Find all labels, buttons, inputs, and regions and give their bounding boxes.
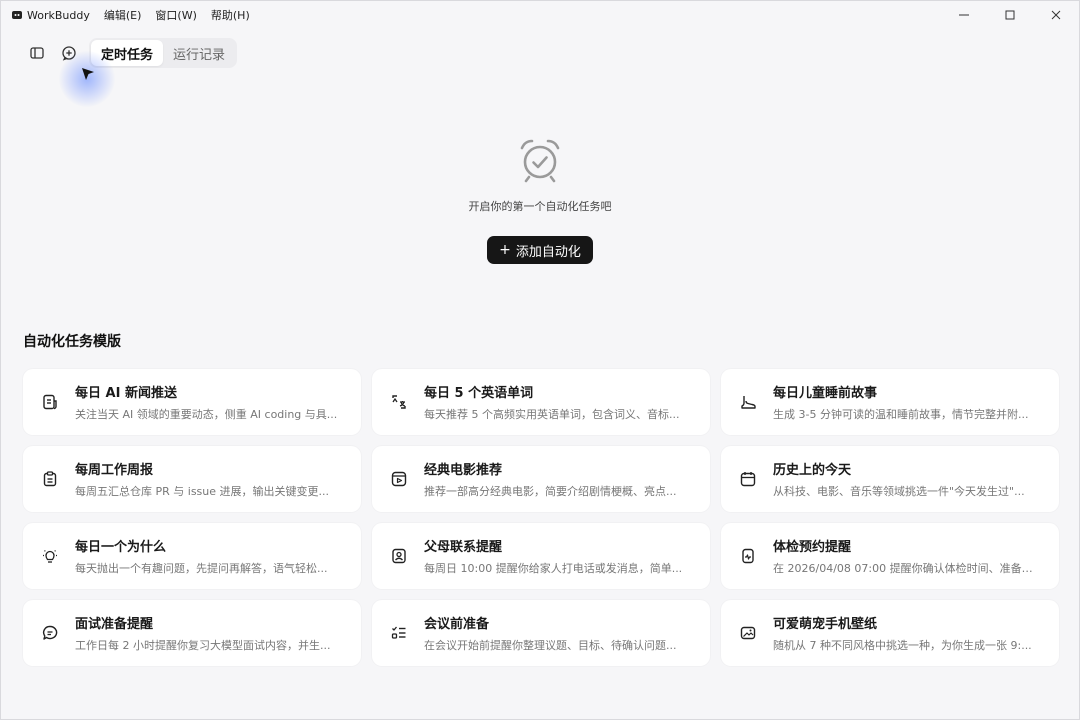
template-desc: 生成 3-5 分钟可读的温和睡前故事，情节完整并附...: [773, 408, 1029, 421]
plus-icon: +: [499, 242, 511, 258]
menu-help[interactable]: 帮助(H): [211, 7, 250, 23]
templates-title: 自动化任务模版: [23, 334, 121, 350]
empty-state-message: 开启你的第一个自动化任务吧: [468, 200, 612, 213]
health-icon: [739, 547, 757, 565]
mouse-cursor-icon: [82, 68, 94, 80]
template-title: 父母联系提醒: [424, 540, 503, 555]
checklist-icon: [390, 624, 408, 642]
template-title: 每日 AI 新闻推送: [75, 386, 177, 401]
film-icon: [390, 470, 408, 488]
clipboard-icon: [41, 470, 59, 488]
template-desc: 每周日 10:00 提醒你给家人打电话或发消息，简单...: [424, 562, 683, 575]
news-icon: [41, 393, 59, 411]
contact-icon: [390, 547, 408, 565]
template-card[interactable]: 每日一个为什么 每天抛出一个有趣问题，先提问再解答，语气轻松...: [23, 523, 361, 589]
template-desc: 在 2026/04/08 07:00 提醒你确认体检时间、准备证...: [773, 562, 1043, 575]
template-title: 会议前准备: [424, 617, 490, 632]
template-card[interactable]: 父母联系提醒 每周日 10:00 提醒你给家人打电话或发消息，简单...: [372, 523, 710, 589]
add-automation-button[interactable]: + 添加自动化: [487, 236, 593, 264]
app-logo-icon: [11, 9, 23, 21]
maximize-icon: [1005, 10, 1015, 20]
translate-icon: [390, 393, 408, 411]
template-desc: 每天推荐 5 个高频实用英语单词，包含词义、音标...: [424, 408, 680, 421]
tab-scheduled-tasks[interactable]: 定时任务: [91, 40, 164, 66]
template-card[interactable]: 会议前准备 在会议开始前提醒你整理议题、目标、待确认问题...: [372, 600, 710, 666]
add-automation-label: 添加自动化: [515, 244, 581, 260]
sidebar-icon: [30, 47, 44, 59]
menu-edit[interactable]: 编辑(E): [104, 7, 142, 23]
new-chat-button[interactable]: [55, 39, 83, 67]
app-name: WorkBuddy: [27, 8, 90, 22]
template-card[interactable]: 每日 5 个英语单词 每天推荐 5 个高频实用英语单词，包含词义、音标...: [372, 369, 710, 435]
template-card[interactable]: 面试准备提醒 工作日每 2 小时提醒你复习大模型面试内容，并生...: [23, 600, 361, 666]
template-title: 每日儿童睡前故事: [773, 386, 878, 401]
image-icon: [739, 624, 757, 642]
template-grid: 每日 AI 新闻推送 关注当天 AI 领域的重要动态，侧重 AI coding …: [23, 369, 1059, 666]
template-desc: 关注当天 AI 领域的重要动态，侧重 AI coding 与具...: [75, 408, 338, 421]
menu-window[interactable]: 窗口(W): [155, 7, 196, 23]
template-title: 每日一个为什么: [75, 540, 167, 555]
template-desc: 工作日每 2 小时提醒你复习大模型面试内容，并生...: [75, 639, 331, 652]
template-title: 可爱萌宠手机壁纸: [773, 617, 878, 632]
template-desc: 推荐一部高分经典电影，简要介绍剧情梗概、亮点...: [424, 485, 677, 498]
template-desc: 从科技、电影、音乐等领域挑选一件"今天发生过"...: [773, 485, 1025, 498]
template-title: 经典电影推荐: [424, 463, 503, 478]
sidebar-toggle-button[interactable]: [23, 39, 51, 67]
alarm-clock-icon: [520, 139, 560, 183]
chat-icon: [41, 624, 59, 642]
title-bar: WorkBuddy 编辑(E) 窗口(W) 帮助(H): [1, 1, 1079, 29]
template-desc: 每天抛出一个有趣问题，先提问再解答，语气轻松...: [75, 562, 328, 575]
template-title: 历史上的今天: [773, 463, 852, 478]
template-card[interactable]: 每日 AI 新闻推送 关注当天 AI 领域的重要动态，侧重 AI coding …: [23, 369, 361, 435]
close-icon: [1051, 10, 1061, 20]
lightbulb-icon: [41, 547, 59, 565]
template-card[interactable]: 每周工作周报 每周五汇总仓库 PR 与 issue 进展，输出关键变更...: [23, 446, 361, 512]
template-title: 每周工作周报: [75, 463, 154, 478]
minimize-button[interactable]: [941, 1, 987, 29]
template-card[interactable]: 体检预约提醒 在 2026/04/08 07:00 提醒你确认体检时间、准备证.…: [721, 523, 1059, 589]
app-window: WorkBuddy 编辑(E) 窗口(W) 帮助(H) 定时任务 运行记录 开启…: [0, 0, 1080, 720]
template-card[interactable]: 经典电影推荐 推荐一部高分经典电影，简要介绍剧情梗概、亮点...: [372, 446, 710, 512]
new-chat-icon: [62, 46, 76, 61]
minimize-icon: [959, 14, 969, 16]
tab-run-history[interactable]: 运行记录: [163, 40, 235, 66]
template-card[interactable]: 每日儿童睡前故事 生成 3-5 分钟可读的温和睡前故事，情节完整并附...: [721, 369, 1059, 435]
template-card[interactable]: 历史上的今天 从科技、电影、音乐等领域挑选一件"今天发生过"...: [721, 446, 1059, 512]
template-desc: 每周五汇总仓库 PR 与 issue 进展，输出关键变更...: [75, 485, 330, 498]
close-button[interactable]: [1033, 1, 1079, 29]
template-card[interactable]: 可爱萌宠手机壁纸 随机从 7 种不同风格中挑选一种，为你生成一张 9:...: [721, 600, 1059, 666]
calendar-icon: [739, 470, 757, 488]
boot-icon: [739, 393, 757, 411]
template-desc: 在会议开始前提醒你整理议题、目标、待确认问题...: [424, 639, 677, 652]
template-title: 体检预约提醒: [773, 540, 852, 555]
template-title: 每日 5 个英语单词: [424, 386, 534, 401]
toolbar: 定时任务 运行记录: [23, 38, 238, 68]
template-desc: 随机从 7 种不同风格中挑选一种，为你生成一张 9:...: [773, 639, 1032, 652]
view-tabs: 定时任务 运行记录: [89, 38, 238, 68]
template-title: 面试准备提醒: [75, 617, 154, 632]
maximize-button[interactable]: [987, 1, 1033, 29]
empty-state: 开启你的第一个自动化任务吧 + 添加自动化: [1, 136, 1079, 264]
window-controls: [941, 1, 1079, 29]
